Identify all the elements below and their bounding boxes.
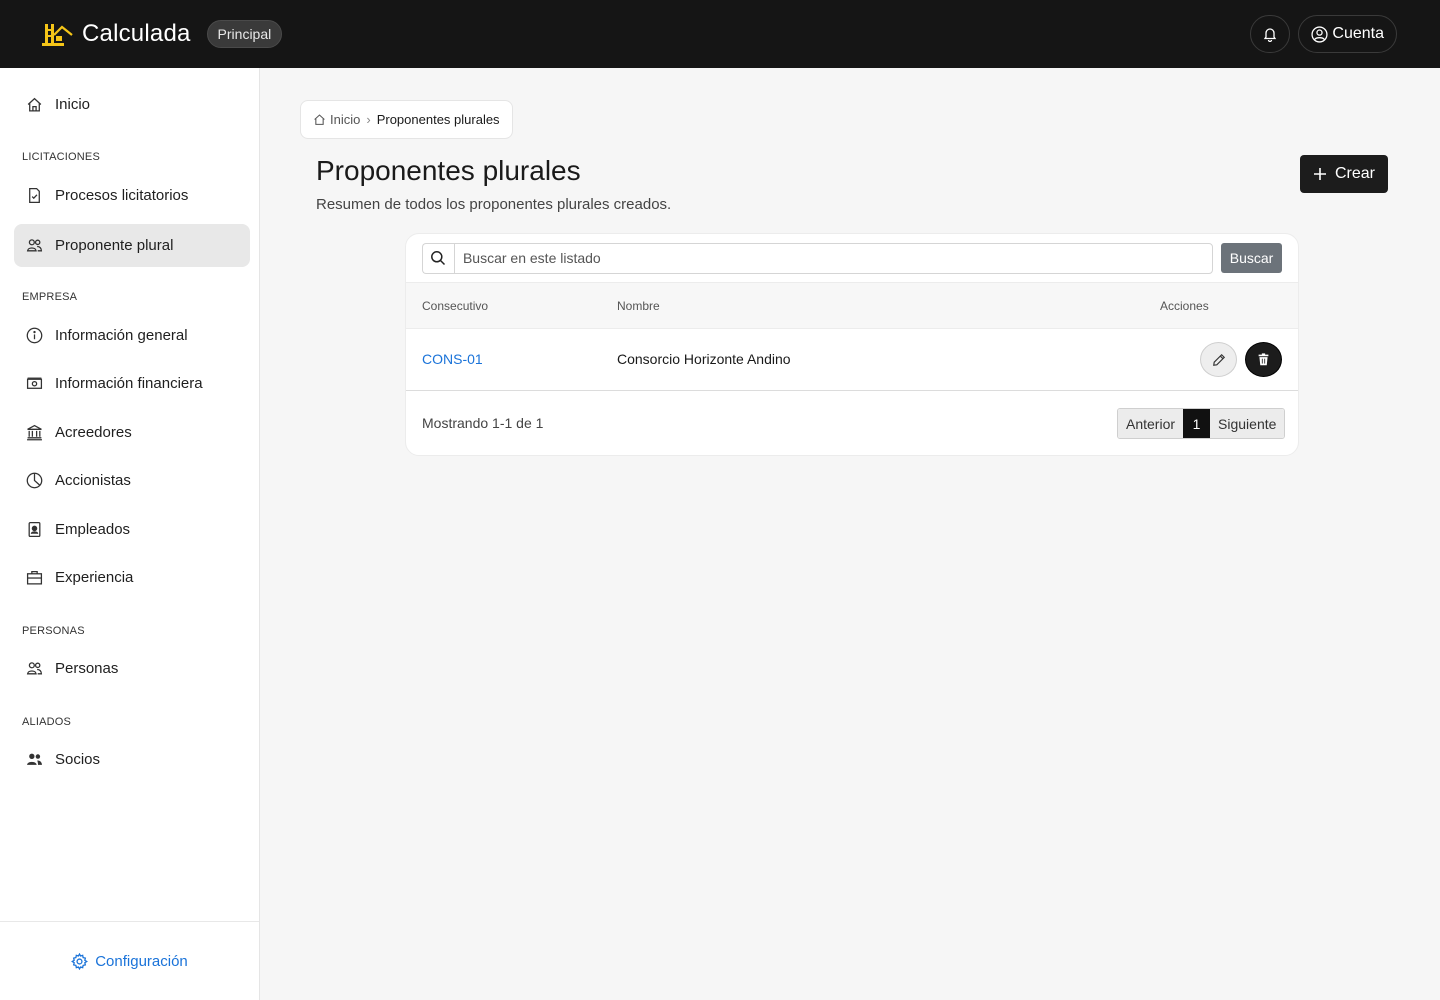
sidebar-item-label: Procesos licitatorios — [55, 187, 189, 204]
sidebar-item-proponente-plural[interactable]: Proponente plural — [14, 224, 250, 267]
search-icon-box — [422, 242, 454, 274]
pagination-next[interactable]: Siguiente — [1210, 409, 1285, 438]
account-button[interactable]: Cuenta — [1298, 15, 1397, 53]
file-check-icon — [26, 187, 43, 204]
pagination-prev[interactable]: Anterior — [1118, 409, 1184, 438]
gear-icon — [71, 952, 89, 970]
create-button-label: Crear — [1334, 165, 1375, 182]
trash-icon — [1258, 353, 1269, 366]
sidebar-item-label: Socios — [55, 751, 101, 768]
sidebar-item-accionistas[interactable]: Accionistas — [14, 459, 250, 502]
section-title-personas: PERSONAS — [22, 625, 85, 637]
breadcrumb-home[interactable]: Inicio — [313, 112, 360, 127]
pie-chart-icon — [26, 472, 43, 489]
plus-icon — [1313, 168, 1326, 180]
settings-link[interactable]: Configuración — [0, 921, 259, 1000]
info-icon — [26, 327, 43, 344]
home-icon — [314, 114, 325, 125]
pagination-page-current[interactable]: 1 — [1183, 409, 1211, 438]
user-circle-icon — [1311, 25, 1328, 43]
search-icon — [431, 251, 446, 266]
badge-icon — [26, 521, 43, 538]
top-bar: Calculada Principal Cuenta — [0, 0, 1440, 68]
sidebar-item-socios[interactable]: Socios — [14, 738, 250, 781]
sidebar-item-empleados[interactable]: Empleados — [14, 508, 250, 551]
people-icon — [26, 660, 43, 677]
sidebar-item-acreedores[interactable]: Acreedores — [14, 411, 250, 454]
row-code-link[interactable]: CONS-01 — [422, 351, 483, 367]
section-title-licitaciones: LICITACIONES — [22, 151, 100, 163]
home-icon — [26, 96, 43, 113]
pencil-icon — [1212, 353, 1225, 366]
row-name: Consorcio Horizonte Andino — [617, 351, 791, 367]
sidebar-item-informacion-financiera[interactable]: Información financiera — [14, 362, 250, 405]
sidebar-item-label: Personas — [55, 660, 119, 677]
sidebar-item-procesos-licitatorios[interactable]: Procesos licitatorios — [14, 174, 250, 217]
page-subtitle: Resumen de todos los proponentes plurale… — [316, 196, 672, 213]
breadcrumb: Inicio › Proponentes plurales — [300, 100, 513, 139]
section-title-empresa: EMPRESA — [22, 291, 78, 303]
app-name: Calculada — [82, 20, 191, 47]
sidebar-item-inicio[interactable]: Inicio — [14, 83, 250, 126]
section-title-aliados: ALIADOS — [22, 716, 72, 728]
breadcrumb-current: Proponentes plurales — [376, 112, 500, 127]
sidebar-item-informacion-general[interactable]: Información general — [14, 314, 250, 357]
sidebar-item-label: Accionistas — [55, 472, 131, 489]
crane-logo-icon — [42, 24, 73, 46]
column-header-consecutivo[interactable]: Consecutivo — [422, 299, 488, 313]
page-title: Proponentes plurales — [316, 155, 581, 186]
settings-label: Configuración — [95, 952, 188, 970]
users-icon — [26, 237, 43, 254]
pagination: Anterior 1 Siguiente — [1117, 408, 1286, 439]
sidebar-item-experiencia[interactable]: Experiencia — [14, 556, 250, 599]
breadcrumb-home-label: Inicio — [330, 112, 361, 127]
sidebar-item-label: Información general — [55, 327, 188, 344]
search-input[interactable] — [453, 242, 1214, 274]
chevron-right-icon: › — [366, 112, 371, 127]
sidebar-item-label: Información financiera — [55, 375, 203, 392]
bank-icon — [26, 424, 43, 441]
table-row: CONS-01 Consorcio Horizonte Andino — [406, 329, 1298, 391]
sidebar-item-label: Empleados — [55, 521, 131, 538]
sidebar-item-label: Proponente plural — [55, 237, 174, 254]
environment-badge[interactable]: Principal — [206, 20, 283, 48]
column-header-acciones: Acciones — [1160, 299, 1209, 313]
edit-button[interactable] — [1200, 342, 1237, 377]
sidebar-item-personas[interactable]: Personas — [14, 647, 250, 690]
column-header-nombre[interactable]: Nombre — [617, 299, 660, 313]
table-header: Consecutivo Nombre Acciones — [406, 282, 1298, 329]
sidebar: Inicio LICITACIONES Procesos licitatorio… — [0, 68, 260, 1000]
briefcase-icon — [26, 569, 43, 586]
results-summary: Mostrando 1-1 de 1 — [422, 415, 544, 431]
search-button[interactable]: Buscar — [1221, 243, 1282, 273]
delete-button[interactable] — [1245, 342, 1282, 377]
sidebar-item-label: Inicio — [55, 96, 91, 113]
search-bar: Buscar — [422, 242, 1282, 274]
people-fill-icon — [26, 751, 43, 768]
sidebar-item-label: Experiencia — [55, 569, 134, 586]
brand[interactable]: Calculada — [42, 20, 191, 48]
create-button[interactable]: Crear — [1300, 155, 1388, 193]
sidebar-item-label: Acreedores — [55, 424, 132, 441]
listing-card: Buscar Consecutivo Nombre Acciones CONS-… — [405, 233, 1299, 456]
account-label: Cuenta — [1332, 25, 1384, 42]
notifications-button[interactable] — [1250, 15, 1291, 53]
bell-icon — [1264, 28, 1277, 42]
table-footer: Mostrando 1-1 de 1 Anterior 1 Siguiente — [406, 392, 1298, 455]
cash-icon — [26, 375, 43, 392]
